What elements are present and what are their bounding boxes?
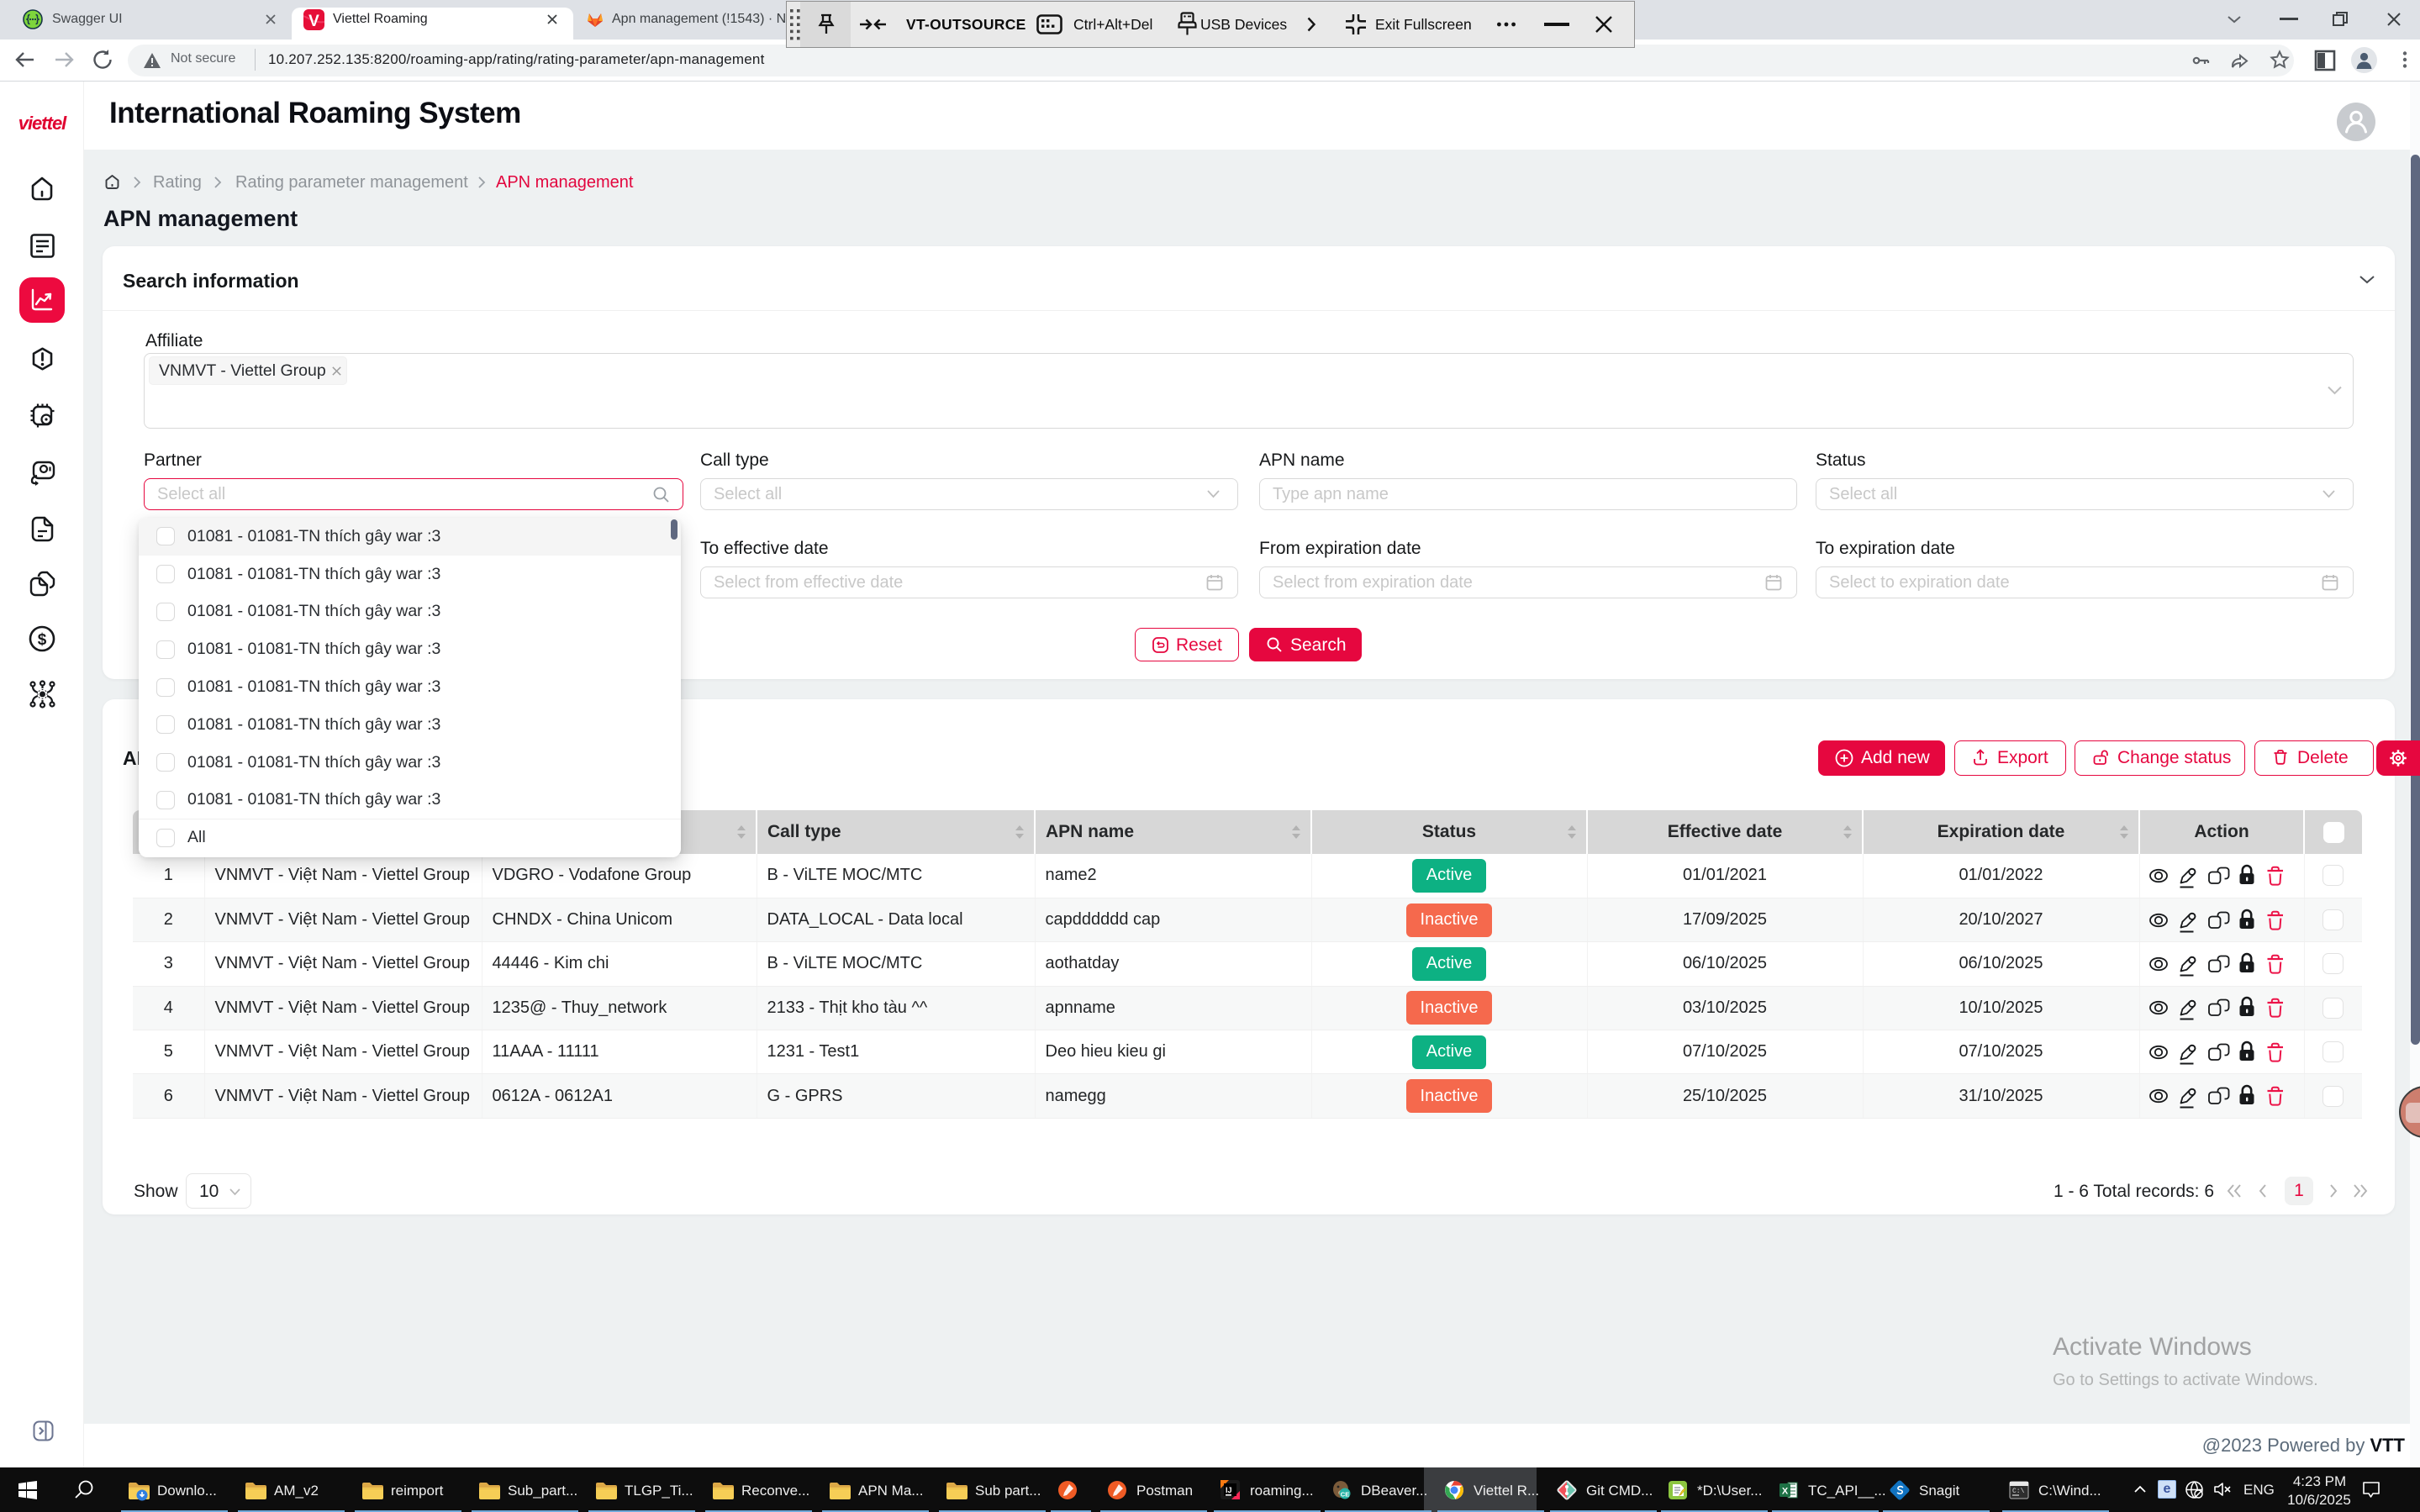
svg-text:X: X: [1782, 1487, 1789, 1497]
svg-text:$: $: [38, 631, 47, 649]
svg-text:V: V: [308, 13, 319, 30]
svg-text:CE: CE: [1341, 1491, 1349, 1499]
svg-text:IJ: IJ: [1226, 1486, 1232, 1494]
svg-text:C:\: C:\: [2012, 1488, 2025, 1495]
